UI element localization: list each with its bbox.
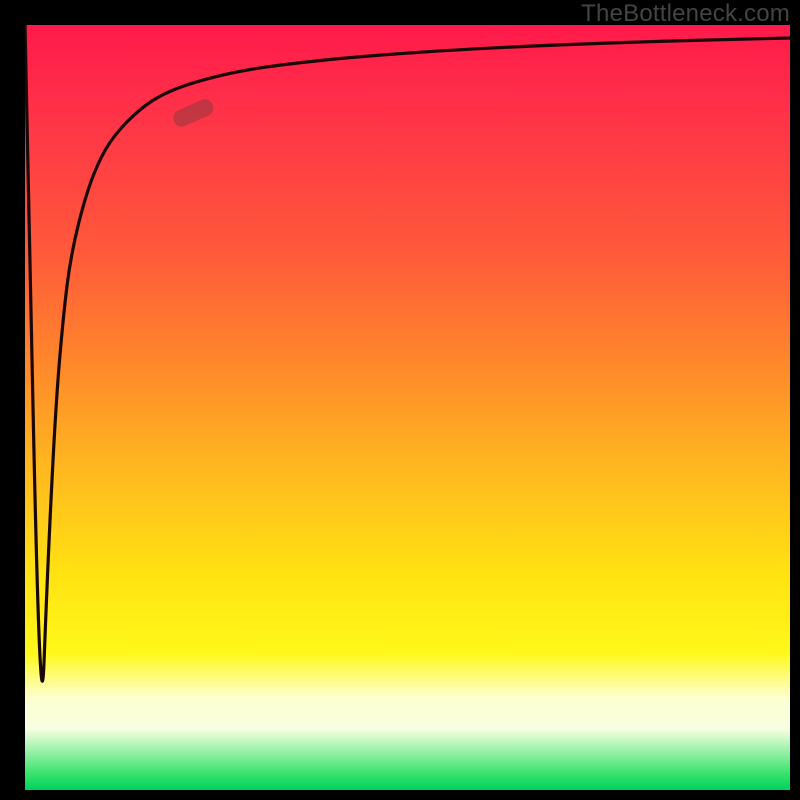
- watermark-text: TheBottleneck.com: [581, 0, 790, 28]
- curve-layer: [25, 25, 790, 790]
- bottleneck-curve: [25, 25, 790, 681]
- plot-area: [25, 25, 790, 790]
- chart-frame: TheBottleneck.com: [0, 0, 800, 800]
- curve-marker: [171, 97, 216, 130]
